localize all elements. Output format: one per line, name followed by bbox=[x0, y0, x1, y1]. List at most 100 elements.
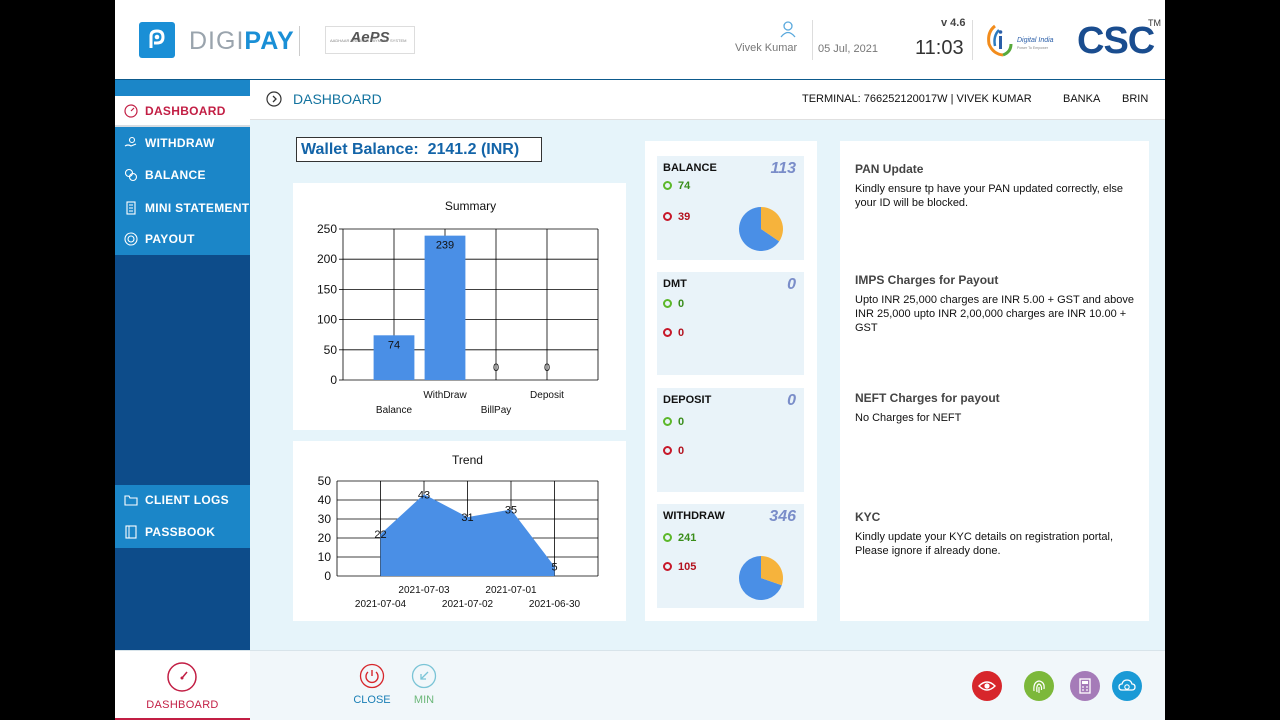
gauge-icon bbox=[167, 662, 197, 692]
min-label: MIN bbox=[413, 694, 435, 706]
fingerprint-button[interactable] bbox=[1024, 671, 1054, 701]
notice-title: KYC bbox=[855, 510, 881, 524]
wallet-balance-label: Wallet Balance: bbox=[301, 141, 419, 158]
csc-logo: CSC bbox=[1077, 20, 1155, 62]
success-dot-icon bbox=[663, 181, 672, 190]
stat-title: WITHDRAW bbox=[663, 510, 725, 522]
cloud-sync-icon bbox=[1118, 679, 1136, 691]
csc-trademark: TM bbox=[1148, 18, 1161, 28]
x-tick-label: 2021-07-01 bbox=[485, 585, 537, 596]
chart-title: Summary bbox=[445, 199, 496, 213]
fingerprint-icon bbox=[1033, 680, 1045, 693]
app-version: v 4.6 bbox=[941, 17, 966, 29]
close-button[interactable]: CLOSE bbox=[350, 663, 394, 706]
book-icon bbox=[125, 525, 137, 539]
footer-dashboard-label: DASHBOARD bbox=[146, 699, 219, 711]
failed-dot-icon bbox=[663, 562, 672, 571]
sidebar-item-dashboard[interactable]: DASHBOARD bbox=[115, 96, 250, 127]
stat-failed: 105 bbox=[663, 561, 696, 573]
terminal-info: TERMINAL: 766252120017W | VIVEK KUMAR bbox=[802, 93, 1032, 105]
user-icon[interactable] bbox=[779, 20, 797, 43]
notice-text: Kindly update your KYC details on regist… bbox=[855, 531, 1114, 557]
x-tick-label: Balance bbox=[376, 405, 413, 416]
aeps-logo: AePS AADHAAR ENABLED PAYMENT SYSTEM bbox=[325, 26, 415, 54]
sidebar-item-withdraw[interactable]: WITHDRAW bbox=[115, 128, 250, 159]
notice-title: IMPS Charges for Payout bbox=[855, 273, 999, 287]
success-dot-icon bbox=[663, 533, 672, 542]
y-tick-label: 40 bbox=[318, 493, 332, 507]
sidebar-item-passbook[interactable]: PASSBOOK bbox=[115, 517, 250, 548]
failed-dot-icon bbox=[663, 212, 672, 221]
point-value-label: 31 bbox=[461, 512, 473, 524]
header-divider bbox=[299, 26, 300, 56]
sidebar-item-label: CLIENT LOGS bbox=[145, 493, 229, 507]
calculator-button[interactable] bbox=[1070, 671, 1100, 701]
point-value-label: 43 bbox=[418, 489, 430, 501]
y-tick-label: 50 bbox=[324, 343, 338, 357]
y-tick-label: 150 bbox=[317, 282, 337, 296]
header-time: 11:03 bbox=[915, 37, 964, 59]
y-tick-label: 100 bbox=[317, 313, 337, 327]
y-tick-label: 0 bbox=[330, 373, 337, 387]
stat-total: 346 bbox=[769, 508, 796, 525]
minimize-arrow-icon bbox=[411, 663, 437, 689]
stat-card-dmt[interactable]: DMT 0 0 0 bbox=[657, 272, 804, 375]
chevron-right-icon[interactable] bbox=[266, 91, 282, 107]
sidebar-item-label: DASHBOARD bbox=[145, 104, 226, 118]
stat-success: 0 bbox=[663, 416, 684, 428]
brand-name: DIGIPAY bbox=[189, 27, 295, 55]
x-tick-label: 2021-07-02 bbox=[442, 599, 494, 610]
gauge-icon bbox=[124, 104, 138, 118]
stat-success: 241 bbox=[663, 532, 696, 544]
sidebar-item-mini-statement[interactable]: MINI STATEMENT bbox=[115, 193, 250, 224]
receipt-icon bbox=[126, 201, 136, 215]
wallet-balance-value: 2141.2 (INR) bbox=[427, 141, 520, 158]
sidebar-item-label: WITHDRAW bbox=[145, 136, 215, 150]
success-dot-icon bbox=[663, 299, 672, 308]
minimize-button[interactable]: MIN bbox=[402, 663, 446, 706]
y-tick-label: 0 bbox=[324, 569, 331, 583]
stat-card-withdraw[interactable]: WITHDRAW 346 241 105 bbox=[657, 504, 804, 608]
stat-failed: 0 bbox=[663, 327, 684, 339]
header-divider bbox=[812, 20, 813, 60]
footer-dashboard-button[interactable]: DASHBOARD bbox=[115, 651, 250, 720]
close-label: CLOSE bbox=[353, 694, 391, 706]
y-tick-label: 50 bbox=[318, 474, 332, 488]
y-tick-label: 20 bbox=[318, 531, 332, 545]
x-tick-label: 2021-06-30 bbox=[529, 599, 581, 610]
chart-title: Trend bbox=[452, 453, 483, 467]
sidebar-item-label: BALANCE bbox=[145, 168, 206, 182]
cloud-sync-button[interactable] bbox=[1112, 671, 1142, 701]
bar bbox=[424, 235, 466, 380]
y-tick-label: 200 bbox=[317, 252, 337, 266]
digital-india-text: Digital India bbox=[1017, 37, 1054, 44]
header: DIGIPAY AePS AADHAAR ENABLED PAYMENT SYST… bbox=[115, 0, 1165, 80]
sidebar-item-payout[interactable]: PAYOUT bbox=[115, 224, 250, 255]
stat-card-deposit[interactable]: DEPOSIT 0 0 0 bbox=[657, 388, 804, 492]
sidebar-bottom-menu: CLIENT LOGS PASSBOOK bbox=[115, 485, 250, 548]
y-tick-label: 30 bbox=[318, 512, 332, 526]
notice-kyc: KYC Kindly update your KYC details on re… bbox=[855, 510, 1140, 558]
bar-value-label: 74 bbox=[388, 339, 400, 351]
app-window: DIGIPAY AePS AADHAAR ENABLED PAYMENT SYST… bbox=[115, 0, 1165, 720]
x-tick-label: BillPay bbox=[481, 405, 512, 416]
stats-column: BALANCE 113 74 39 DMT 0 0 0 DEPOSIT 0 0 … bbox=[645, 141, 817, 621]
x-tick-label: Deposit bbox=[530, 390, 564, 401]
stat-title: DMT bbox=[663, 278, 687, 290]
failed-dot-icon bbox=[663, 446, 672, 455]
trend-chart: Trend 0 10 20 30 40 50 22 2021-07-04 43 2021-07-03… bbox=[318, 453, 599, 610]
balance-pie-chart bbox=[739, 207, 783, 251]
wallet-balance: Wallet Balance: 2141.2 (INR) bbox=[296, 137, 542, 162]
calculator-icon bbox=[1079, 678, 1091, 694]
notice-pan-update: PAN Update Kindly ensure tp have your PA… bbox=[855, 162, 1140, 210]
trend-chart-card: Trend 0 10 20 30 40 50 22 2021-07-04 43 2021-07-03… bbox=[293, 441, 626, 621]
sidebar-item-balance[interactable]: BALANCE bbox=[115, 160, 250, 191]
y-tick-label: 250 bbox=[317, 222, 337, 236]
sidebar-item-label: PASSBOOK bbox=[145, 525, 216, 539]
notice-title: NEFT Charges for payout bbox=[855, 391, 1000, 405]
notices-panel: PAN Update Kindly ensure tp have your PA… bbox=[840, 141, 1149, 621]
power-icon bbox=[359, 663, 385, 689]
eye-button[interactable] bbox=[972, 671, 1002, 701]
sidebar-item-client-logs[interactable]: CLIENT LOGS bbox=[115, 485, 250, 516]
stat-card-balance[interactable]: BALANCE 113 74 39 bbox=[657, 156, 804, 260]
